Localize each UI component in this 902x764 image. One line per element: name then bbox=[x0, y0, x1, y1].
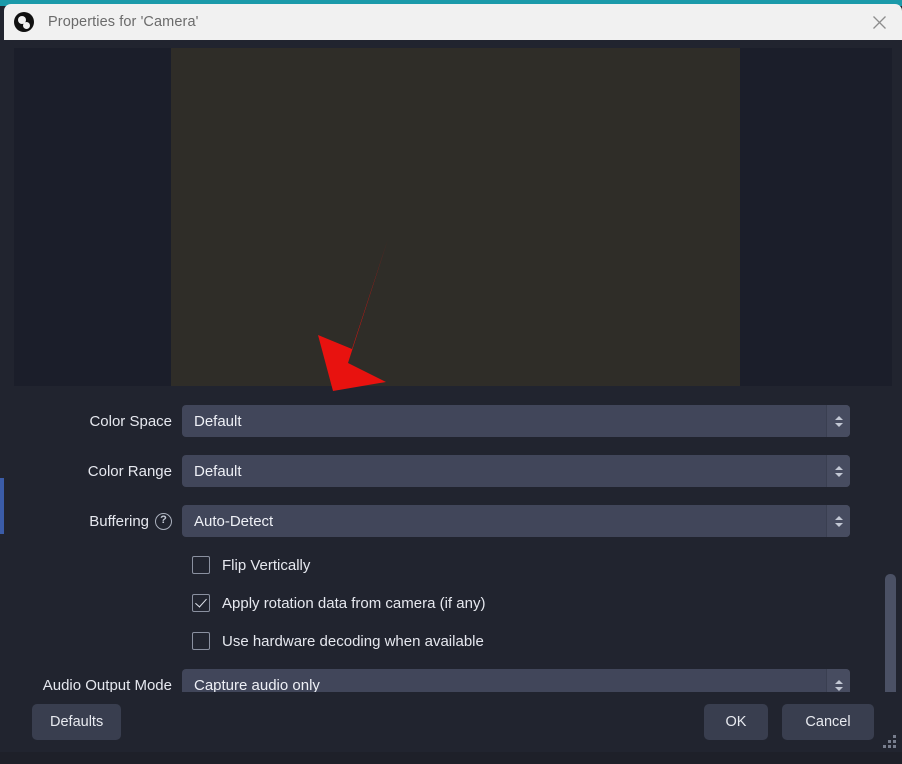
cancel-button[interactable]: Cancel bbox=[782, 704, 874, 740]
help-icon[interactable]: ? bbox=[155, 512, 172, 530]
color-space-value: Default bbox=[194, 412, 242, 430]
titlebar[interactable]: Properties for 'Camera' bbox=[4, 4, 902, 40]
flip-vertically-checkbox[interactable] bbox=[192, 556, 210, 574]
buffering-dropdown[interactable]: Auto-Detect bbox=[182, 505, 850, 537]
background-app-bottom-strip bbox=[0, 752, 902, 764]
label-color-space: Color Space bbox=[89, 412, 172, 430]
label-buffering-wrap: Buffering ? bbox=[4, 512, 182, 530]
color-range-dropdown[interactable]: Default bbox=[182, 455, 850, 487]
camera-preview-feed bbox=[171, 48, 740, 386]
checkbox-row-flip-vertically[interactable]: Flip Vertically bbox=[4, 546, 902, 584]
chevron-up-icon bbox=[834, 515, 843, 520]
audio-output-mode-spinner[interactable] bbox=[826, 669, 850, 692]
label-audio-output-mode: Audio Output Mode bbox=[42, 676, 172, 693]
label-buffering: Buffering bbox=[89, 512, 149, 530]
resize-grip[interactable] bbox=[882, 734, 896, 748]
chevron-down-icon bbox=[834, 686, 843, 691]
chevron-up-icon bbox=[834, 679, 843, 684]
apply-rotation-data-checkbox[interactable] bbox=[192, 594, 210, 612]
chevron-up-icon bbox=[834, 415, 843, 420]
use-hardware-decoding-checkbox[interactable] bbox=[192, 632, 210, 650]
dialog-body: Color Space Default Color Range Default bbox=[4, 40, 902, 752]
chevron-up-icon bbox=[834, 465, 843, 470]
chevron-down-icon bbox=[834, 472, 843, 477]
camera-preview-canvas bbox=[14, 48, 892, 386]
color-range-spinner[interactable] bbox=[826, 455, 850, 487]
color-space-dropdown[interactable]: Default bbox=[182, 405, 850, 437]
checkbox-row-apply-rotation-data[interactable]: Apply rotation data from camera (if any) bbox=[4, 584, 902, 622]
field-row-audio-output-mode: Audio Output Mode Capture audio only bbox=[4, 660, 902, 692]
window-title: Properties for 'Camera' bbox=[48, 14, 199, 30]
chevron-down-icon bbox=[834, 522, 843, 527]
flip-vertically-label: Flip Vertically bbox=[222, 556, 311, 574]
defaults-button[interactable]: Defaults bbox=[32, 704, 122, 740]
label-color-range: Color Range bbox=[87, 462, 172, 480]
color-range-value: Default bbox=[194, 462, 242, 480]
obs-logo-icon bbox=[14, 12, 34, 32]
vertical-scrollbar-thumb[interactable] bbox=[885, 574, 896, 692]
buffering-value: Auto-Detect bbox=[194, 512, 274, 530]
field-row-color-range: Color Range Default bbox=[4, 446, 902, 496]
use-hardware-decoding-label: Use hardware decoding when available bbox=[222, 632, 484, 650]
properties-form: Color Space Default Color Range Default bbox=[4, 386, 902, 692]
apply-rotation-data-label: Apply rotation data from camera (if any) bbox=[222, 594, 486, 612]
ok-button[interactable]: OK bbox=[704, 704, 768, 740]
obs-properties-dialog: Properties for 'Camera' Color Space Defa… bbox=[0, 0, 902, 764]
field-row-color-space: Color Space Default bbox=[4, 396, 902, 446]
chevron-down-icon bbox=[834, 422, 843, 427]
close-button[interactable] bbox=[856, 4, 902, 40]
audio-output-mode-dropdown[interactable]: Capture audio only bbox=[182, 669, 850, 692]
checkbox-row-use-hardware-decoding[interactable]: Use hardware decoding when available bbox=[4, 622, 902, 660]
close-icon bbox=[872, 15, 886, 29]
audio-output-mode-value: Capture audio only bbox=[194, 676, 320, 693]
dialog-footer: Defaults OK Cancel bbox=[4, 692, 902, 752]
buffering-spinner[interactable] bbox=[826, 505, 850, 537]
color-space-spinner[interactable] bbox=[826, 405, 850, 437]
field-row-buffering: Buffering ? Auto-Detect bbox=[4, 496, 902, 546]
